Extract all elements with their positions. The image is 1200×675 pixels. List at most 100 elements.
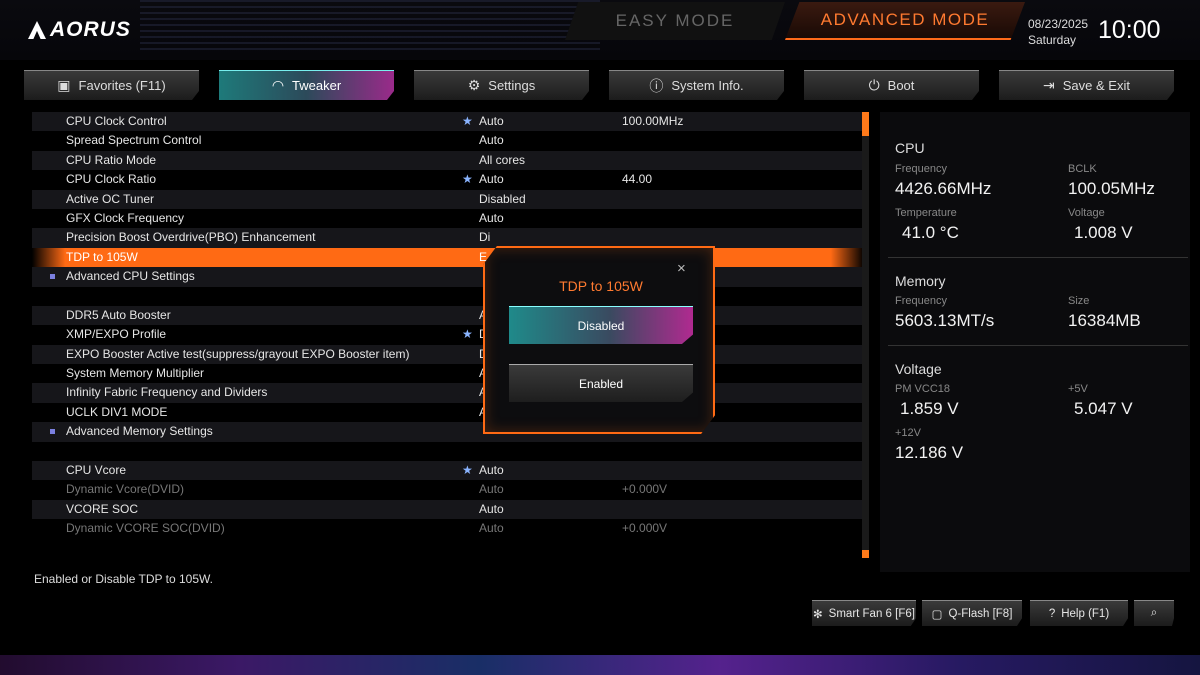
setting-row[interactable]: VCORE SOC Auto [32, 499, 864, 520]
setting-row[interactable]: EXPO Booster Active test(suppress/grayou… [32, 344, 864, 365]
submenu-bullet-icon [50, 274, 55, 280]
memory-frequency-value: 5603.13MT/s [895, 311, 995, 330]
setting-label: Precision Boost Overdrive(PBO) Enhanceme… [66, 230, 316, 245]
setting-row[interactable]: Infinity Fabric Frequency and DividersA [32, 383, 864, 403]
setting-label: System Memory Multiplier [66, 366, 205, 381]
setting-value[interactable]: Auto [479, 500, 504, 519]
setting-value[interactable]: Auto [479, 131, 504, 150]
bottom-decoration [0, 655, 1200, 675]
v12-label: +12V [895, 427, 921, 439]
option-disabled[interactable]: Disabled [509, 306, 693, 344]
setting-row[interactable]: CPU Clock Ratio ★ Auto 44.00 [32, 170, 864, 189]
aorus-eagle-icon [28, 21, 46, 39]
date-text: 08/23/2025 [1028, 17, 1089, 31]
advanced-mode-button[interactable]: ADVANCED MODE [785, 2, 1025, 40]
easy-mode-button[interactable]: EASY MODE [565, 2, 785, 40]
setting-current-value: 100.00MHz [622, 114, 684, 128]
scrollbar[interactable] [862, 112, 869, 558]
top-bar: AORUS EASY MODE ADVANCED MODE 08/23/2025… [0, 0, 1200, 60]
star-icon: ★ [462, 114, 473, 128]
setting-row[interactable]: Precision Boost Overdrive(PBO) Enhanceme… [32, 228, 864, 248]
setting-value[interactable]: Auto [479, 112, 504, 131]
setting-row[interactable]: CPU Vcore ★ Auto [32, 461, 864, 481]
dialog-title: TDP to 105W [559, 278, 643, 294]
button-label: Help (F1) [1061, 607, 1110, 620]
voltage-section-title: Voltage [895, 361, 942, 377]
setting-row[interactable]: Active OC Tuner Disabled [32, 189, 864, 209]
star-icon: ★ [462, 327, 473, 342]
help-icon: ? [1048, 607, 1056, 620]
setting-row[interactable]: Dynamic Vcore(DVID) Auto +0.000V [32, 480, 864, 499]
setting-label: Dynamic VCORE SOC(DVID) [66, 521, 225, 536]
setting-value[interactable]: Auto [479, 170, 504, 189]
setting-current-value: +0.000V [622, 482, 668, 497]
memory-frequency-label: Frequency [895, 295, 947, 307]
tab-label: Favorites (F11) [78, 78, 166, 93]
setting-label: VCORE SOC [66, 501, 139, 516]
bclk-value: 100.05MHz [1068, 179, 1155, 198]
setting-row[interactable]: Spread Spectrum Control Auto [32, 131, 864, 150]
cpu-voltage-value: 1.008 V [1074, 223, 1133, 242]
setting-value[interactable]: Auto [479, 480, 504, 499]
memory-section-title: Memory [895, 273, 946, 289]
setting-value[interactable]: Auto [479, 209, 504, 228]
v5-label: +5V [1068, 383, 1088, 395]
power-icon: ⏻ [868, 77, 880, 93]
setting-value[interactable]: All cores [479, 151, 525, 170]
pm-vcc18-label: PM VCC18 [895, 383, 951, 395]
scrollbar-thumb[interactable] [862, 112, 869, 136]
folder-star-icon: ▣ [57, 77, 71, 93]
setting-row[interactable]: Dynamic VCORE SOC(DVID) Auto +0.000V [32, 519, 864, 538]
tab-label: Tweaker [292, 78, 342, 93]
setting-row[interactable]: CPU Ratio Mode All cores [32, 150, 864, 171]
tab-tweaker[interactable]: ◠ Tweaker [219, 70, 394, 100]
setting-value[interactable]: Disabled [479, 190, 526, 209]
setting-row[interactable]: DDR5 Auto BoosterA [32, 305, 864, 326]
setting-row[interactable]: UCLK DIV1 MODEAuto [32, 403, 864, 422]
setting-row[interactable]: CPU Clock Control ★ Auto 100.00MHz [32, 112, 864, 132]
star-icon: ★ [462, 463, 473, 478]
setting-row[interactable]: XMP/EXPO Profile★D [32, 325, 864, 344]
setting-value[interactable]: Di [479, 228, 490, 247]
settings-list: CPU Clock Control ★ Auto 100.00MHz Spread Sp… [32, 112, 864, 558]
tab-system-info[interactable]: ⓘ System Info. [609, 70, 784, 100]
info-icon: ⓘ [649, 77, 664, 94]
help-button[interactable]: ? Help (F1) [1030, 600, 1128, 626]
tab-settings[interactable]: ⚙ Settings [414, 70, 589, 100]
setting-value[interactable]: Auto [479, 519, 504, 538]
cpu-frequency-label: Frequency [895, 163, 947, 175]
submenu-bullet-icon [50, 429, 55, 435]
row-spacer [32, 287, 864, 306]
tab-save-exit[interactable]: ⇥ Save & Exit [999, 70, 1174, 100]
setting-current-value: 44.00 [622, 172, 653, 187]
gear-icon: ⚙ [467, 77, 481, 93]
exit-icon: ⇥ [1043, 77, 1055, 93]
tab-label: System Info. [671, 78, 744, 93]
cpu-frequency-value: 4426.66MHz [895, 179, 992, 198]
bclk-label: BCLK [1068, 163, 1097, 175]
close-icon[interactable]: × [677, 260, 686, 277]
fan-icon: ✻ [813, 608, 823, 621]
setting-value[interactable]: Auto [479, 461, 504, 480]
smart-fan-button[interactable]: ✻ Smart Fan 6 [F6] [812, 600, 916, 626]
q-flash-button[interactable]: ▢ Q-Flash [F8] [922, 600, 1022, 626]
help-description: Enabled or Disable TDP to 105W. [34, 572, 213, 586]
setting-row[interactable]: GFX Clock Frequency Auto [32, 209, 864, 228]
option-dialog: × TDP to 105W Disabled Enabled [483, 246, 715, 434]
setting-label: EXPO Booster Active test(suppress/grayou… [66, 346, 410, 361]
submenu-item[interactable]: Advanced CPU Settings [32, 267, 864, 287]
option-enabled[interactable]: Enabled [509, 364, 693, 402]
tab-boot[interactable]: ⏻ Boot [804, 70, 979, 100]
setting-row[interactable]: System Memory MultiplierA [32, 364, 864, 383]
search-icon: ⌕ [1150, 607, 1158, 619]
submenu-item[interactable]: Advanced Memory Settings [32, 422, 864, 442]
memory-size-value: 16384MB [1068, 311, 1141, 330]
setting-label: UCLK DIV1 MODE [66, 404, 168, 419]
logo-text: AORUS [50, 18, 131, 41]
search-button[interactable]: ⌕ [1134, 600, 1174, 626]
setting-row[interactable]: TDP to 105W E [32, 247, 864, 268]
tab-favorites[interactable]: ▣ Favorites (F11) [24, 70, 199, 100]
scrollbar-end [862, 550, 869, 558]
cpu-section-title: CPU [895, 140, 925, 156]
main-tabs: ▣ Favorites (F11) ◠ Tweaker ⚙ Settings ⓘ… [24, 70, 1176, 100]
